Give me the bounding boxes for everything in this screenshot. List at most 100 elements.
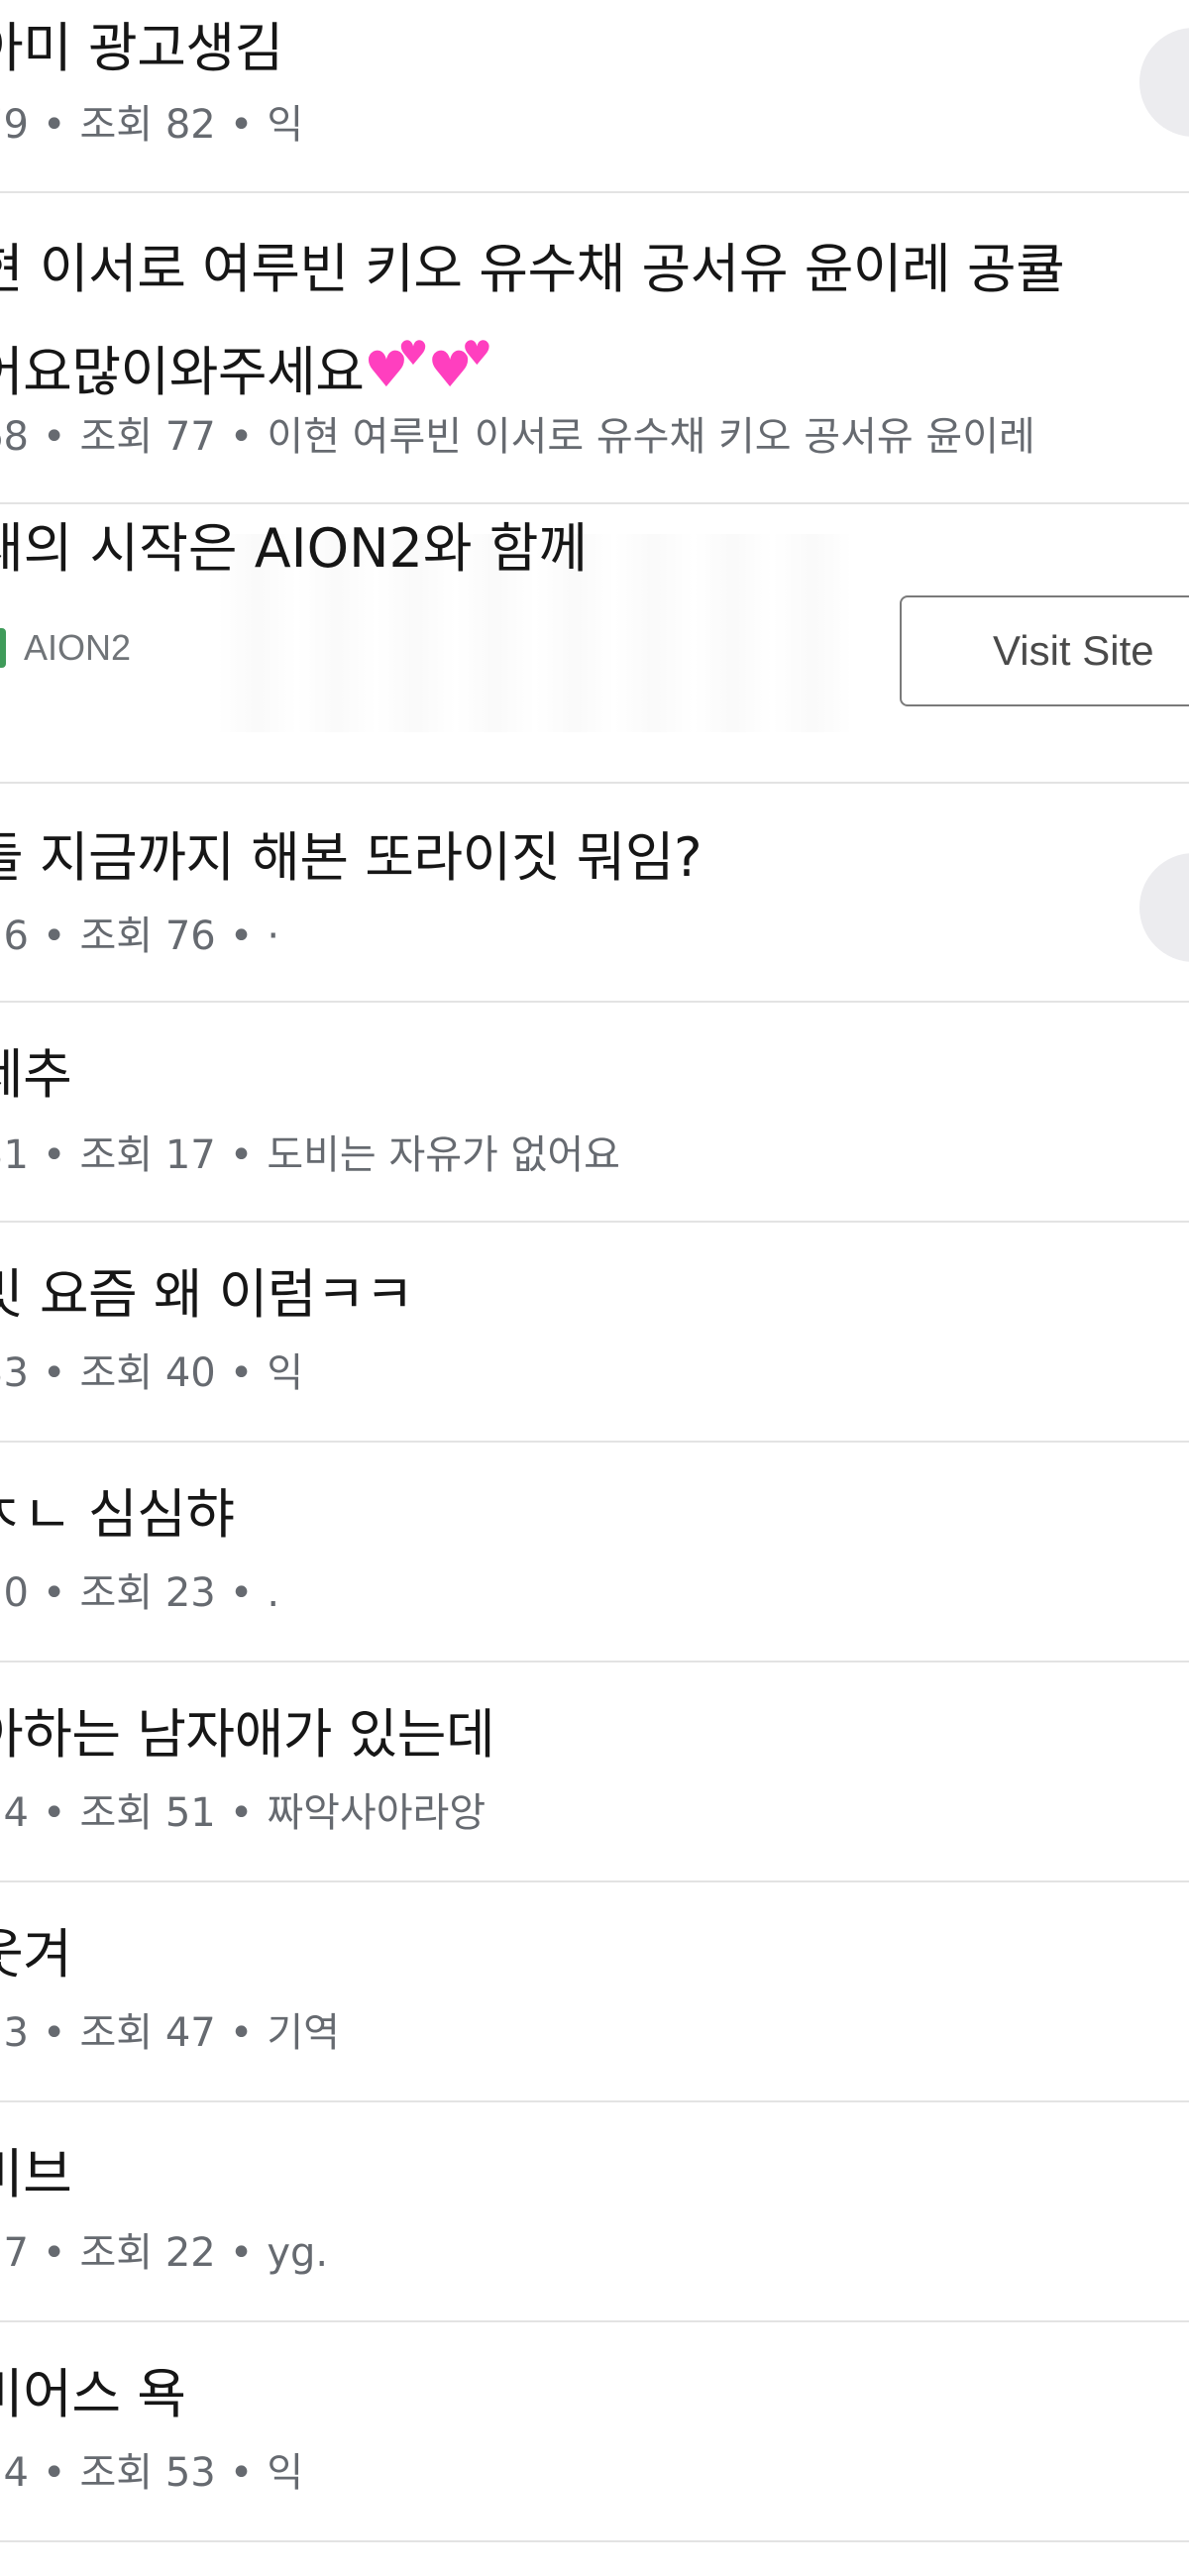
comment-count: 13 [0, 2010, 29, 2056]
author-name[interactable]: 도비는 자유가 없어요 [267, 1132, 620, 1178]
separator: • [42, 1570, 66, 1616]
post-title[interactable]: 들 지금까지 해본 또라이짓 뭐임? [0, 823, 703, 893]
separator: • [229, 102, 254, 148]
separator: • [42, 913, 66, 959]
separator: • [42, 102, 66, 148]
post-meta: 56 • 조회 76 • · [0, 911, 279, 962]
separator: • [42, 1350, 66, 1396]
post-item[interactable]: 비브 17 • 조회 22 • yg. [0, 2102, 1189, 2322]
post-item[interactable]: 웃겨 13 • 조회 47 • 기역 [0, 1882, 1189, 2102]
two-hearts-icon: ♥♥♥♥ [364, 334, 492, 398]
separator: • [229, 1790, 254, 1836]
author-name[interactable]: 익 [267, 102, 303, 148]
comment-count: 20 [0, 1570, 29, 1616]
view-count: 76 [164, 913, 216, 959]
post-item[interactable]: 비어스 욕 14 • 조회 53 • 익 [0, 2322, 1189, 2542]
separator: • [42, 1790, 66, 1836]
comment-count: 24 [0, 1790, 29, 1836]
post-title[interactable]: 빗 요즘 왜 이럼ㅋㅋ [0, 1260, 414, 1330]
author-name[interactable]: . [267, 1570, 279, 1616]
post-item[interactable]: 현 이서로 여루빈 키오 유수채 공서유 윤이레 공큘 어요많이와주세요♥♥♥♥… [0, 193, 1189, 504]
post-meta: 20 • 조회 23 •. [0, 1567, 279, 1619]
post-meta: 31 • 조회 17 • 도비는 자유가 없어요 [0, 1129, 620, 1181]
aion2-logo-icon [0, 628, 6, 668]
post-title[interactable]: 웃겨 [0, 1920, 72, 1989]
post-meta: 68 • 조회 77 • 이현 여루빈 이서로 유수채 키오 공서유 윤이레 [0, 411, 1035, 463]
view-count: 17 [164, 1132, 216, 1178]
separator: • [229, 2010, 254, 2056]
separator: • [42, 2010, 66, 2056]
post-title[interactable]: ㅈㄴ 심심햐 [0, 1480, 235, 1550]
comment-count: 17 [0, 2230, 29, 2276]
post-meta: 79 • 조회 82 • 익 [0, 99, 303, 151]
post-meta: 13 • 조회 47 • 기역 [0, 2007, 340, 2059]
view-count: 82 [164, 102, 216, 148]
separator: • [229, 1350, 254, 1396]
post-item[interactable]: 빗 요즘 왜 이럼ㅋㅋ 33 • 조회 40 • 익 [0, 1223, 1189, 1443]
author-name[interactable]: · [267, 913, 279, 959]
views-label: 조회 [79, 2010, 154, 2056]
comment-count: 33 [0, 1350, 29, 1396]
ad-item[interactable]: 새의 시작은 AION2와 함께 AION2 Visit Site [0, 504, 1189, 784]
author-name[interactable]: 익 [267, 1350, 303, 1396]
comment-count: 68 [0, 414, 29, 460]
post-title-line2: 어요많이와주세요 [0, 341, 365, 403]
view-count: 23 [164, 1570, 216, 1616]
post-item[interactable]: 제추 31 • 조회 17 • 도비는 자유가 없어요 [0, 1003, 1189, 1223]
view-count: 77 [164, 414, 216, 460]
author-name[interactable]: yg. [267, 2230, 328, 2276]
author-name[interactable]: 기역 [267, 2010, 340, 2056]
ad-brand: AION2 [0, 627, 131, 669]
views-label: 조회 [79, 1570, 154, 1616]
view-count: 53 [164, 2450, 216, 2496]
post-title[interactable]: 비어스 욕 [0, 2360, 186, 2429]
views-label: 조회 [79, 1790, 154, 1836]
avatar[interactable] [1139, 28, 1189, 137]
post-item[interactable]: 아미 광고생김 79 • 조회 82 • 익 [0, 0, 1189, 193]
post-item[interactable]: 들 지금까지 해본 또라이짓 뭐임? 56 • 조회 76 • · [0, 784, 1189, 1003]
separator: • [229, 1132, 254, 1178]
view-count: 22 [164, 2230, 216, 2276]
post-item[interactable]: 아하는 남자애가 있는데 24 • 조회 51 • 짜악사아라앙 [0, 1663, 1189, 1882]
separator: • [42, 1132, 66, 1178]
author-name[interactable]: 익 [267, 2450, 303, 2496]
post-feed: 아미 광고생김 79 • 조회 82 • 익 현 이서로 여루빈 키오 유수채 공서유 … [0, 0, 1189, 2576]
post-meta: 17 • 조회 22 • yg. [0, 2227, 328, 2279]
views-label: 조회 [79, 2450, 154, 2496]
separator: • [42, 2450, 66, 2496]
avatar[interactable] [1139, 853, 1189, 962]
post-title[interactable]: 아하는 남자애가 있는데 [0, 1700, 495, 1770]
post-meta: 24 • 조회 51 • 짜악사아라앙 [0, 1787, 486, 1839]
post-title[interactable]: 아미 광고생김 [0, 14, 283, 83]
visit-site-button[interactable]: Visit Site [900, 595, 1189, 706]
separator: • [229, 414, 254, 460]
post-title[interactable]: 비브 [0, 2140, 72, 2209]
ad-brand-name: AION2 [24, 627, 132, 668]
author-name[interactable]: 이현 여루빈 이서로 유수채 키오 공서유 윤이레 [267, 414, 1035, 460]
views-label: 조회 [79, 913, 154, 959]
post-meta: 33 • 조회 40 • 익 [0, 1347, 303, 1399]
post-title[interactable]: 현 이서로 여루빈 키오 유수채 공서유 윤이레 공큘 [0, 235, 1065, 304]
view-count: 51 [164, 1790, 216, 1836]
separator: • [42, 414, 66, 460]
post-title-line1: 현 이서로 여루빈 키오 유수채 공서유 윤이레 공큘 [0, 238, 1065, 300]
separator: • [229, 2230, 254, 2276]
comment-count: 31 [0, 1132, 29, 1178]
view-count: 47 [164, 2010, 216, 2056]
post-title[interactable]: 제추 [0, 1040, 72, 1110]
separator: • [229, 2450, 254, 2496]
separator: • [229, 1570, 254, 1616]
separator: • [229, 913, 254, 959]
views-label: 조회 [79, 1350, 154, 1396]
views-label: 조회 [79, 102, 154, 148]
views-label: 조회 [79, 2230, 154, 2276]
comment-count: 56 [0, 913, 29, 959]
ad-title[interactable]: 새의 시작은 AION2와 함께 [0, 506, 588, 591]
comment-count: 79 [0, 102, 29, 148]
comment-count: 14 [0, 2450, 29, 2496]
author-name[interactable]: 짜악사아라앙 [267, 1790, 486, 1836]
post-title[interactable]: 어요많이와주세요♥♥♥♥ [0, 319, 492, 407]
post-meta: 14 • 조회 53 • 익 [0, 2447, 303, 2499]
post-item[interactable]: ㅈㄴ 심심햐 20 • 조회 23 •. [0, 1443, 1189, 1663]
views-label: 조회 [79, 1132, 154, 1178]
